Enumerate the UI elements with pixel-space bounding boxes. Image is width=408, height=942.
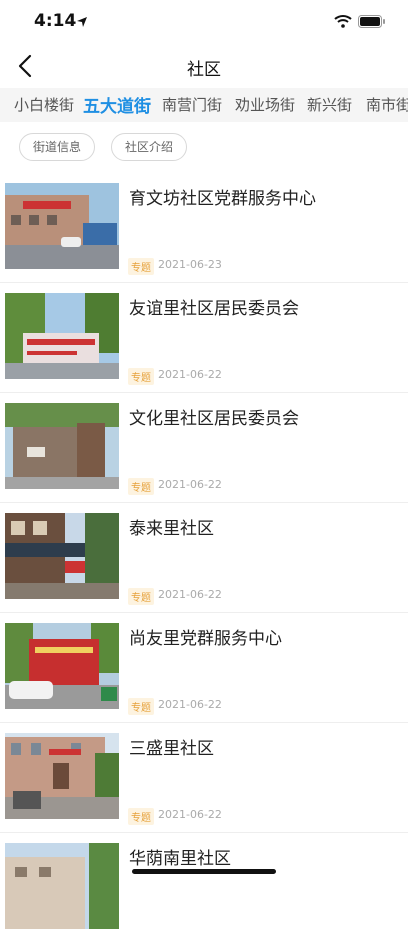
thumbnail-image xyxy=(5,623,119,709)
item-date: 2021-06-22 xyxy=(158,368,222,381)
home-indicator xyxy=(132,869,276,874)
tab-xinxing[interactable]: 新兴街 xyxy=(307,94,352,115)
list-item[interactable]: 三盛里社区 专题 2021-06-22 xyxy=(0,722,408,833)
item-title: 华荫南里社区 xyxy=(129,849,231,869)
chip-community-intro[interactable]: 社区介绍 xyxy=(111,133,188,161)
item-date: 2021-06-22 xyxy=(158,478,222,491)
topic-tag: 专题 xyxy=(128,258,154,275)
list-item[interactable]: 华荫南里社区 xyxy=(0,832,408,942)
wifi-icon xyxy=(334,15,352,28)
item-date: 2021-06-23 xyxy=(158,258,222,271)
battery-icon xyxy=(358,15,385,28)
list-item[interactable]: 友谊里社区居民委员会 专题 2021-06-22 xyxy=(0,282,408,393)
filter-chips: 街道信息 社区介绍 xyxy=(0,122,408,172)
topic-tag: 专题 xyxy=(128,478,154,495)
thumbnail-image xyxy=(5,183,119,269)
tab-xiaobailou[interactable]: 小白楼街 xyxy=(14,94,74,115)
item-title: 三盛里社区 xyxy=(129,739,214,759)
item-title: 育文坊社区党群服务中心 xyxy=(129,189,316,209)
topic-tag: 专题 xyxy=(128,368,154,385)
item-date: 2021-06-22 xyxy=(158,588,222,601)
list-item[interactable]: 尚友里党群服务中心 专题 2021-06-22 xyxy=(0,612,408,723)
item-title: 友谊里社区居民委员会 xyxy=(129,299,299,319)
thumbnail-image xyxy=(5,733,119,819)
thumbnail-image xyxy=(5,403,119,489)
status-time: 4:14 xyxy=(34,11,77,31)
item-title: 文化里社区居民委员会 xyxy=(129,409,299,429)
list-item[interactable]: 泰来里社区 专题 2021-06-22 xyxy=(0,502,408,613)
location-arrow-icon xyxy=(77,17,87,27)
chip-street-info[interactable]: 街道信息 xyxy=(19,133,96,161)
item-date: 2021-06-22 xyxy=(158,808,222,821)
tab-nanshi[interactable]: 南市街 xyxy=(366,94,408,115)
tab-nanyingmen[interactable]: 南营门街 xyxy=(162,94,222,115)
item-date: 2021-06-22 xyxy=(158,698,222,711)
navigation-bar: 社区 xyxy=(0,44,408,88)
topic-tag: 专题 xyxy=(128,808,154,825)
thumbnail-image xyxy=(5,293,119,379)
item-title: 泰来里社区 xyxy=(129,519,214,539)
status-bar: 4:14 xyxy=(0,0,408,44)
tab-quanyechang[interactable]: 劝业场街 xyxy=(235,94,295,115)
street-tabs: 小白楼街 五大道街 南营门街 劝业场街 新兴街 南市街 xyxy=(0,88,408,122)
item-title: 尚友里党群服务中心 xyxy=(129,629,282,649)
page-title: 社区 xyxy=(187,60,221,80)
tab-wudadao[interactable]: 五大道街 xyxy=(83,92,151,117)
topic-tag: 专题 xyxy=(128,698,154,715)
list-item[interactable]: 文化里社区居民委员会 专题 2021-06-22 xyxy=(0,392,408,503)
topic-tag: 专题 xyxy=(128,588,154,605)
list-item[interactable]: 育文坊社区党群服务中心 专题 2021-06-23 xyxy=(0,172,408,283)
thumbnail-image xyxy=(5,843,119,929)
thumbnail-image xyxy=(5,513,119,599)
